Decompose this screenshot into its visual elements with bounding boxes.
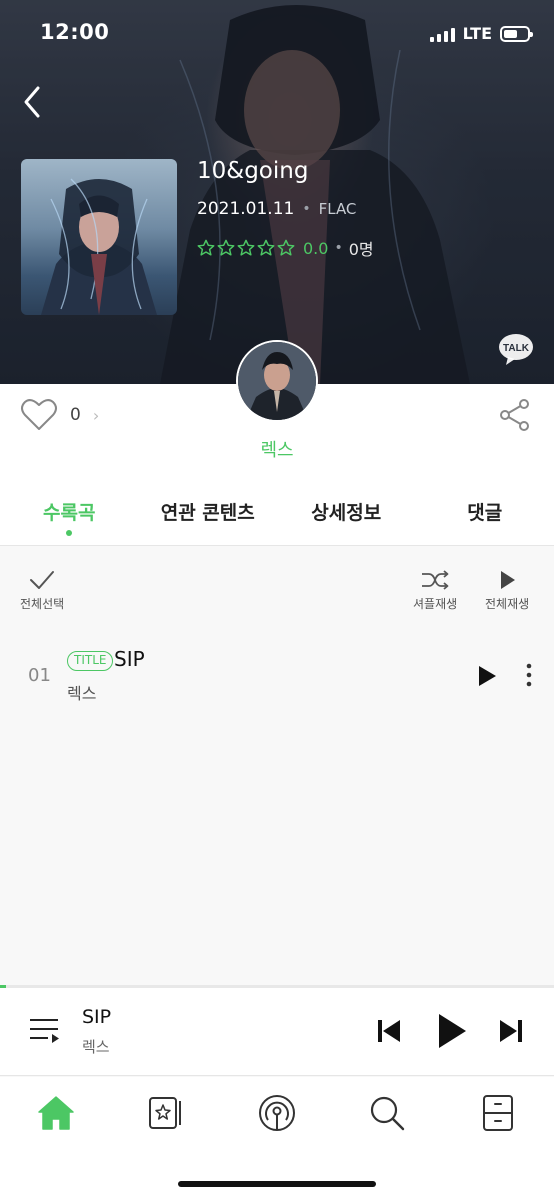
- track-row[interactable]: 01 TITLE SIP 렉스: [0, 636, 554, 712]
- track-title: SIP: [114, 647, 145, 671]
- track-play-button[interactable]: [476, 664, 498, 692]
- next-button[interactable]: [498, 1018, 524, 1048]
- search-icon: [370, 1096, 405, 1131]
- tab-details[interactable]: 상세정보: [277, 490, 416, 545]
- playlist-icon: [30, 1019, 59, 1043]
- select-all-button[interactable]: 전체선택: [20, 569, 64, 612]
- now-playing-artist: 렉스: [82, 1038, 110, 1056]
- battery-icon: [500, 25, 533, 42]
- tab-related-content[interactable]: 연관 콘텐츠: [139, 490, 278, 545]
- shuffle-play-button[interactable]: 셔플재생: [413, 569, 457, 612]
- share-icon: [500, 399, 529, 431]
- rating-score: 0.0: [303, 238, 329, 258]
- rating-stars[interactable]: [197, 239, 295, 257]
- star-icon[interactable]: [237, 239, 255, 257]
- more-vertical-icon: [526, 663, 532, 687]
- tab-comments[interactable]: 댓글: [416, 490, 554, 545]
- svg-text:TALK: TALK: [503, 343, 530, 354]
- release-date: 2021.01.11: [197, 199, 295, 219]
- artist-avatar[interactable]: [236, 340, 318, 422]
- album-cover-image: [41, 178, 157, 315]
- artist-photo: [238, 342, 316, 420]
- tab-tracks[interactable]: 수록곡: [0, 490, 139, 545]
- shuffle-icon: [422, 570, 449, 590]
- rating[interactable]: 0.0 • 0명: [197, 236, 374, 260]
- back-arrow-icon: [24, 86, 40, 118]
- like-button[interactable]: 0 ›: [20, 398, 99, 432]
- star-icon[interactable]: [197, 239, 215, 257]
- track-number: 01: [28, 665, 51, 686]
- star-icon[interactable]: [277, 239, 295, 257]
- status-time: 12:00: [40, 20, 110, 44]
- favorites-icon: [149, 1097, 181, 1129]
- home-icon: [38, 1096, 74, 1130]
- like-count: 0: [70, 405, 81, 425]
- audio-format: FLAC: [318, 200, 357, 218]
- nav-home[interactable]: [36, 1093, 76, 1133]
- album-meta: 2021.01.11 • FLAC: [197, 199, 357, 219]
- track-more-button[interactable]: [520, 662, 538, 692]
- back-button[interactable]: [18, 84, 50, 120]
- shuffle-play-label: 셔플재생: [413, 597, 458, 611]
- talk-icon: TALK: [499, 334, 533, 365]
- artist-name[interactable]: 렉스: [0, 436, 554, 462]
- list-toolbar: 전체선택 셔플재생 전체재생: [0, 547, 554, 617]
- play-icon: [479, 666, 496, 686]
- network-type: LTE: [462, 24, 492, 43]
- album-title: 10&going: [197, 158, 309, 184]
- nav-podcast[interactable]: [257, 1093, 297, 1133]
- library-icon: [483, 1095, 513, 1131]
- checkmark-icon: [30, 571, 55, 589]
- content-tabs: 수록곡 연관 콘텐츠 상세정보 댓글: [0, 490, 554, 546]
- nav-search[interactable]: [367, 1093, 407, 1133]
- title-track-badge: TITLE: [67, 651, 114, 671]
- play-all-label: 전체재생: [485, 597, 530, 611]
- skip-previous-icon: [378, 1020, 400, 1042]
- kakaotalk-share-button[interactable]: TALK: [498, 333, 534, 371]
- playlist-button[interactable]: [28, 1016, 62, 1052]
- now-playing-title: SIP: [82, 1006, 112, 1028]
- star-icon[interactable]: [217, 239, 235, 257]
- rating-count: 0명: [348, 240, 374, 259]
- play-all-button[interactable]: 전체재생: [485, 569, 529, 612]
- chevron-right-icon: ›: [92, 405, 100, 425]
- home-indicator: [178, 1181, 376, 1187]
- heart-icon: [21, 399, 57, 430]
- mini-player[interactable]: SIP 렉스: [0, 988, 554, 1076]
- select-all-label: 전체선택: [20, 597, 65, 611]
- signal-icon: [429, 26, 455, 42]
- play-icon: [501, 571, 516, 589]
- share-button[interactable]: [498, 398, 532, 436]
- nav-library[interactable]: [478, 1093, 518, 1133]
- album-cover[interactable]: [21, 159, 177, 315]
- podcast-icon: [259, 1095, 295, 1131]
- status-bar: 12:00 LTE: [0, 0, 554, 70]
- star-icon[interactable]: [257, 239, 275, 257]
- track-artist: 렉스: [67, 684, 97, 703]
- previous-button[interactable]: [376, 1018, 402, 1048]
- skip-next-icon: [500, 1020, 522, 1042]
- play-button[interactable]: [436, 1012, 468, 1054]
- nav-favorites[interactable]: [146, 1093, 186, 1133]
- play-icon: [439, 1014, 466, 1048]
